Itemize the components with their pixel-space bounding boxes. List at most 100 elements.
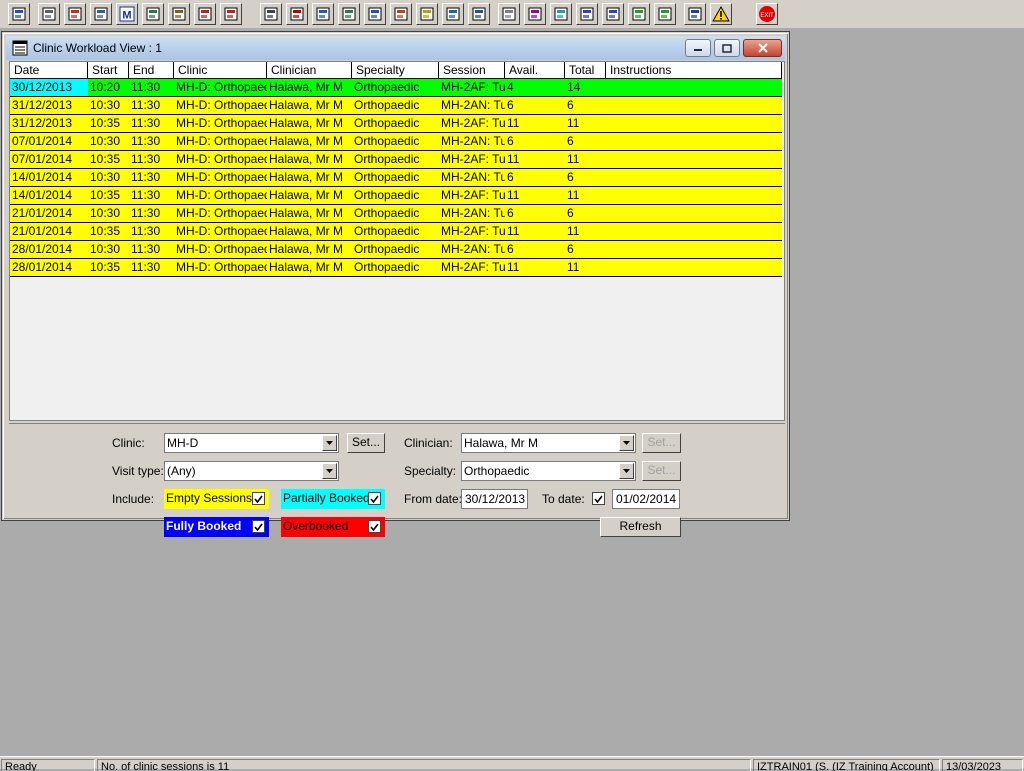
column-header-clinic[interactable]: Clinic: [174, 62, 267, 79]
bar-chart-toolbar-button[interactable]: [524, 3, 546, 25]
table-row[interactable]: 07/01/2014 10:35 11:30 MH-D: OrthopaedicHal…: [10, 151, 782, 169]
cell-date: 07/01/2014: [12, 134, 73, 148]
table-row[interactable]: 28/01/2014 10:35 11:30 MH-D: OrthopaedicHal…: [10, 259, 782, 277]
cell-clinician: Halawa, Mr M: [269, 224, 344, 238]
note-toolbar-button[interactable]: [416, 3, 438, 25]
notepad-toolbar-button[interactable]: [168, 3, 190, 25]
specialty-set-button[interactable]: Set...: [642, 461, 681, 481]
fully-booked-chip[interactable]: Fully Booked: [164, 517, 269, 537]
printer-icon: [41, 6, 57, 22]
clinician-set-button[interactable]: Set...: [642, 433, 681, 453]
table-row[interactable]: 21/01/2014 10:35 11:30 MH-D: OrthopaedicHal…: [10, 223, 782, 241]
partially-booked-chip[interactable]: Partially Booked: [281, 489, 385, 509]
table-row[interactable]: 07/01/2014 10:30 11:30 MH-D: OrthopaedicHal…: [10, 133, 782, 151]
printer-toolbar-button[interactable]: [38, 3, 60, 25]
swap-toolbar-button[interactable]: [684, 3, 706, 25]
column-header-clinician[interactable]: Clinician: [267, 62, 352, 79]
table-row[interactable]: 31/12/2013 10:35 11:30 MH-D: OrthopaedicHal…: [10, 115, 782, 133]
table-row[interactable]: 31/12/2013 10:30 11:30 MH-D: OrthopaedicHal…: [10, 97, 782, 115]
table-row[interactable]: 28/01/2014 10:30 11:30 MH-D: OrthopaedicHal…: [10, 241, 782, 259]
clinic-select[interactable]: MH-D: [164, 433, 339, 453]
column-header-avail[interactable]: Avail.: [505, 62, 565, 79]
chevron-down-icon[interactable]: [619, 463, 634, 479]
bed-toolbar-button[interactable]: [468, 3, 490, 25]
empty-sessions-checkbox[interactable]: [252, 492, 265, 505]
column-header-specialty[interactable]: Specialty: [352, 62, 439, 79]
cell-total: 11: [567, 224, 580, 238]
vehicle-toolbar-button[interactable]: [442, 3, 464, 25]
chevron-down-icon[interactable]: [322, 463, 337, 479]
close-icon: [757, 43, 768, 53]
arrow-out-toolbar-button[interactable]: [654, 3, 676, 25]
cell-date: 31/12/2013: [12, 98, 73, 112]
page-toolbar-button[interactable]: [498, 3, 520, 25]
column-header-instructions[interactable]: Instructions: [606, 62, 782, 79]
arrow-in-toolbar-button[interactable]: [628, 3, 650, 25]
cell-session: MH-2AN: Tue: [441, 206, 505, 220]
column-header-session[interactable]: Session: [439, 62, 505, 79]
overbooked-chip[interactable]: Overbooked: [281, 517, 385, 537]
table-row[interactable]: 30/12/201310:20 11:30 MH-D: OrthopaedicHal…: [10, 79, 782, 97]
column-header-total[interactable]: Total: [565, 62, 606, 79]
letter-m-toolbar-button[interactable]: M: [116, 3, 138, 25]
to-date-input[interactable]: 01/02/2014: [612, 489, 680, 509]
document-toolbar-button[interactable]: [364, 3, 386, 25]
maximize-button[interactable]: [714, 39, 740, 57]
window-titlebar[interactable]: Clinic Workload View : 1: [6, 36, 785, 60]
minimize-button[interactable]: [685, 39, 711, 57]
users-toolbar-button[interactable]: [8, 3, 30, 25]
checklist-toolbar-button[interactable]: [576, 3, 598, 25]
chevron-down-icon[interactable]: [619, 435, 634, 451]
cell-total: 6: [567, 98, 574, 112]
cell-avail: 4: [507, 80, 514, 94]
cell-clinician: Halawa, Mr M: [269, 206, 344, 220]
cell-avail: 6: [507, 206, 514, 220]
chevron-down-icon[interactable]: [322, 435, 337, 451]
flag-toolbar-button[interactable]: [220, 3, 242, 25]
flag-toolbar-button[interactable]: [194, 3, 216, 25]
fully-booked-checkbox[interactable]: [252, 520, 265, 533]
warning-toolbar-button[interactable]: [710, 3, 732, 25]
globe-toolbar-button[interactable]: [550, 3, 572, 25]
partially-booked-checkbox[interactable]: [368, 492, 381, 505]
specialty-select[interactable]: Orthopaedic: [461, 461, 636, 481]
cell-specialty: Orthopaedic: [354, 224, 420, 238]
cell-clinic: MH-D: Orthopaedic: [176, 224, 267, 238]
clinician-select[interactable]: Halawa, Mr M: [461, 433, 636, 453]
refresh-toolbar-button[interactable]: [390, 3, 412, 25]
monitor-toolbar-button[interactable]: [312, 3, 334, 25]
table-row[interactable]: 14/01/2014 10:35 11:30 MH-D: OrthopaedicHal…: [10, 187, 782, 205]
visit-type-select[interactable]: (Any): [164, 461, 339, 481]
empty-sessions-chip[interactable]: Empty Sessions: [164, 489, 269, 509]
cell-specialty: Orthopaedic: [354, 242, 420, 256]
chart-toolbar-button[interactable]: [338, 3, 360, 25]
refresh-icon: [393, 6, 409, 22]
refresh-button[interactable]: Refresh: [600, 517, 681, 537]
column-header-end[interactable]: End: [129, 62, 174, 79]
from-date-input[interactable]: 30/12/2013: [461, 489, 528, 509]
status-bar: Ready No. of clinic sessions is 11 IZTRA…: [0, 756, 1024, 771]
close-button[interactable]: [743, 39, 782, 57]
book-edit-toolbar-button[interactable]: [64, 3, 86, 25]
cell-clinician: Halawa, Mr M: [269, 170, 344, 184]
form-toolbar-button[interactable]: [90, 3, 112, 25]
clinic-sessions-grid[interactable]: Date Start End Clinic Clinician Specialty Sess…: [9, 61, 785, 421]
clock-toolbar-button[interactable]: [286, 3, 308, 25]
cell-end: 11:30: [131, 206, 161, 220]
cell-avail: 11: [507, 116, 520, 130]
envelope-toolbar-button[interactable]: [260, 3, 282, 25]
checklist-toolbar-button[interactable]: [602, 3, 624, 25]
table-row[interactable]: 21/01/2014 10:30 11:30 MH-D: OrthopaedicHal…: [10, 205, 782, 223]
column-header-start[interactable]: Start: [88, 62, 129, 79]
column-header-date[interactable]: Date: [10, 62, 88, 79]
exit-toolbar-button[interactable]: EXIT: [756, 3, 778, 25]
overbooked-checkbox[interactable]: [368, 520, 381, 533]
cell-instructions: [606, 115, 782, 132]
table-row[interactable]: 14/01/2014 10:30 11:30 MH-D: OrthopaedicHal…: [10, 169, 782, 187]
cell-session: MH-2AF: Tue: [441, 152, 505, 166]
person-toolbar-button[interactable]: [142, 3, 164, 25]
to-date-checkbox[interactable]: [592, 492, 605, 505]
cell-date: 30/12/2013: [10, 79, 88, 96]
clinic-set-button[interactable]: Set...: [347, 433, 385, 453]
cell-clinician: Halawa, Mr M: [269, 260, 344, 274]
